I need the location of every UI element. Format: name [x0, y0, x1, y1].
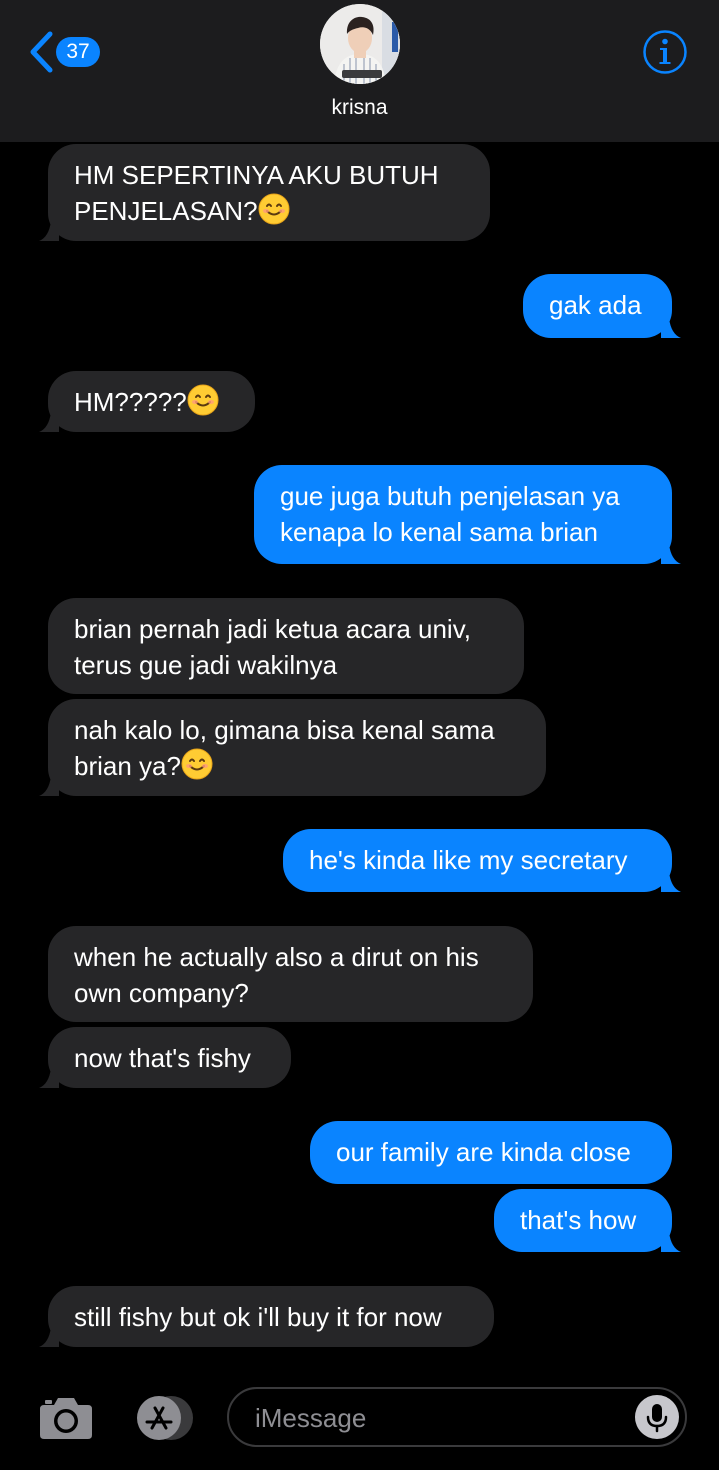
bubble-tail: [661, 544, 681, 564]
incoming-message[interactable]: now that's fishy: [39, 1027, 291, 1088]
smiling-face-icon: [187, 384, 219, 416]
incoming-message[interactable]: HM?????: [39, 371, 255, 432]
bubble-tail: [39, 1327, 59, 1347]
chevron-left-icon: [30, 31, 53, 73]
message-input[interactable]: iMessage: [227, 1387, 687, 1447]
microphone-icon: [646, 1404, 668, 1433]
incoming-message[interactable]: nah kalo lo, gimana bisa kenal sama bria…: [39, 699, 546, 796]
message-line: brian pernah jadi ketua acara univ,: [74, 614, 471, 644]
message-line: PENJELASAN?: [74, 196, 258, 226]
incoming-message[interactable]: HM SEPERTINYA AKU BUTUH PENJELASAN?: [39, 144, 490, 241]
outgoing-message[interactable]: that's how: [494, 1189, 681, 1252]
outgoing-message[interactable]: gue juga butuh penjelasan ya kenapa lo k…: [254, 465, 681, 564]
bubble-tail: [661, 318, 681, 338]
message-line: HM?????: [74, 387, 187, 417]
contact-avatar[interactable]: [320, 4, 400, 84]
message-line: that's how: [520, 1205, 637, 1235]
bubble-tail: [661, 872, 681, 892]
message-line: when he actually also a dirut on his: [74, 942, 479, 972]
message-line: he's kinda like my secretary: [309, 845, 628, 875]
unread-count-badge: 37: [56, 37, 100, 67]
incoming-message[interactable]: still fishy but ok i'll buy it for now: [39, 1286, 494, 1347]
bubble-tail: [39, 221, 59, 241]
message-line: own company?: [74, 978, 249, 1008]
outgoing-message[interactable]: gak ada: [523, 274, 681, 338]
microphone-button[interactable]: [635, 1395, 679, 1439]
camera-icon[interactable]: [38, 1395, 94, 1441]
incoming-message[interactable]: brian pernah jadi ketua acara univ, teru…: [48, 598, 524, 694]
message-line: HM SEPERTINYA AKU BUTUH: [74, 160, 439, 190]
bubble-tail: [39, 776, 59, 796]
back-button[interactable]: 37: [28, 30, 100, 74]
contact-name[interactable]: krisna: [0, 96, 719, 120]
message-line: gue juga butuh penjelasan ya: [280, 481, 620, 511]
outgoing-message[interactable]: he's kinda like my secretary: [283, 829, 681, 892]
message-line: gak ada: [549, 290, 642, 320]
info-icon[interactable]: [642, 29, 688, 75]
conversation-header: 37 krisna: [0, 0, 719, 142]
contact-photo: [320, 4, 400, 84]
message-composer: iMessage: [0, 1370, 719, 1470]
message-line: kenapa lo kenal sama brian: [280, 517, 598, 547]
message-input-placeholder: iMessage: [255, 1403, 367, 1433]
outgoing-message[interactable]: our family are kinda close: [310, 1121, 672, 1184]
incoming-message[interactable]: when he actually also a dirut on his own…: [48, 926, 533, 1022]
bubble-tail: [39, 412, 59, 432]
smiling-face-icon: [258, 193, 290, 225]
message-line: still fishy but ok i'll buy it for now: [74, 1302, 442, 1332]
message-line: now that's fishy: [74, 1043, 251, 1073]
message-line: our family are kinda close: [336, 1137, 631, 1167]
bubble-tail: [39, 1068, 59, 1088]
message-line: terus gue jadi wakilnya: [74, 650, 338, 680]
smiling-face-icon: [181, 748, 213, 780]
app-store-icon[interactable]: [131, 1395, 197, 1441]
message-line: nah kalo lo, gimana bisa kenal sama: [74, 715, 495, 745]
bubble-tail: [661, 1232, 681, 1252]
message-line: brian ya?: [74, 751, 181, 781]
